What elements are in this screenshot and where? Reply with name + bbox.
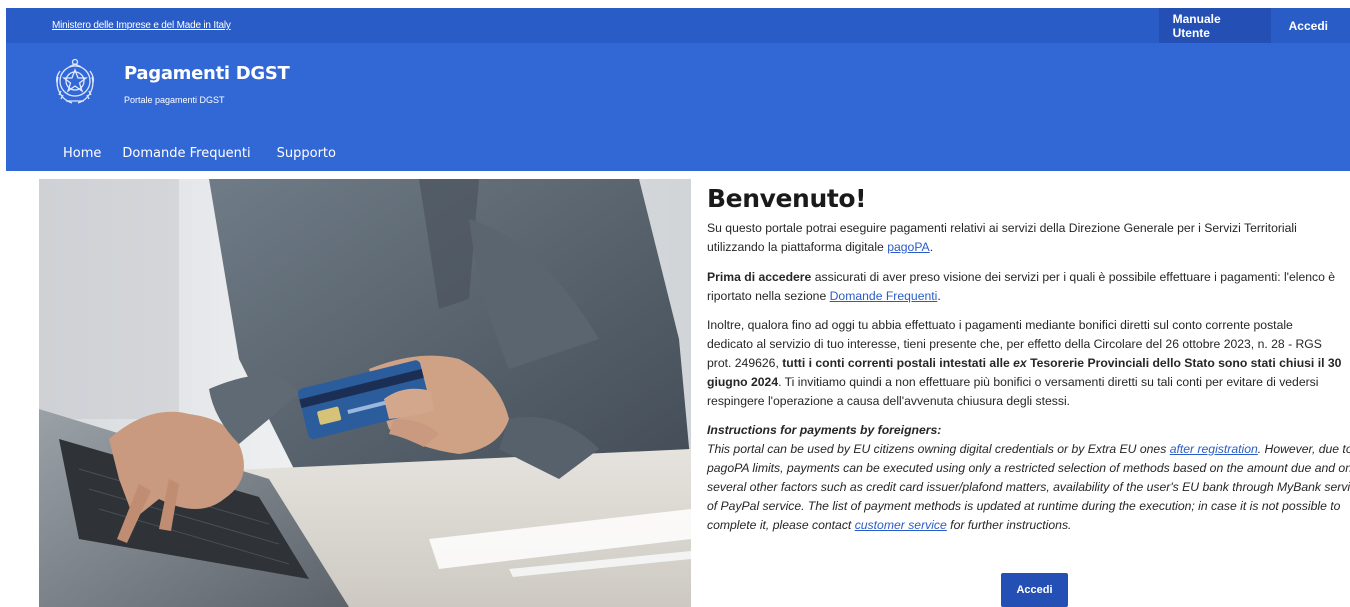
foreigners-line3: several other factors such as credit car… bbox=[707, 480, 1350, 494]
notice-bold-b: Tesorerie Provinciali dello Stato sono s… bbox=[1026, 356, 1342, 370]
foreigners-line4: of PayPal service. The list of payment m… bbox=[707, 499, 1341, 513]
intro-text-end: . bbox=[929, 240, 934, 254]
foreigners-line5: complete it, please contact bbox=[707, 518, 855, 532]
foreigners-heading: Instructions for payments by foreigners: bbox=[707, 423, 942, 437]
foreigners-paragraph: Instructions for payments by foreigners:… bbox=[707, 421, 1350, 535]
login-button[interactable]: Accedi bbox=[1001, 573, 1068, 607]
foreigners-line1: This portal can be used by EU citizens o… bbox=[707, 442, 1170, 456]
foreigners-line5-end: for further instructions. bbox=[946, 518, 1072, 532]
slim-header-actions: Manuale Utente Accedi bbox=[1158, 8, 1350, 43]
before-access-bold: Prima di accedere bbox=[707, 270, 812, 284]
hero-image bbox=[39, 179, 691, 607]
main-nav: Home Domande Frequenti Supporto bbox=[6, 143, 336, 163]
notice-line1: Inoltre, qualora fino ad oggi tu abbia e… bbox=[707, 318, 1293, 332]
pagopa-link[interactable]: pagoPA bbox=[887, 240, 929, 254]
notice-bold-a: tutti i conti correnti postali intestati… bbox=[782, 356, 1014, 370]
page-title: Benvenuto! bbox=[707, 184, 867, 213]
registration-link[interactable]: after registration bbox=[1170, 442, 1258, 456]
slim-header: Ministero delle Imprese e del Made in It… bbox=[6, 8, 1350, 43]
notice-line4: . Ti invitiamo quindi a non effettuare p… bbox=[778, 375, 1319, 389]
before-access-paragraph: Prima di accedere assicurati di aver pre… bbox=[707, 268, 1350, 306]
notice-line3: prot. 249626, bbox=[707, 356, 783, 370]
intro-text-line1: Su questo portale potrai eseguire pagame… bbox=[707, 221, 1297, 235]
notice-line2: dedicato al servizio di tuo interesse, t… bbox=[707, 337, 1322, 351]
notice-bold-ex: ex bbox=[1013, 356, 1027, 370]
foreigners-line1-end: . However, due to bbox=[1257, 442, 1350, 456]
welcome-section: Benvenuto! Su questo portale potrai eseg… bbox=[707, 182, 1350, 535]
notice-line5: respingere l'operazione a causa dell'avv… bbox=[707, 394, 1071, 408]
faq-link[interactable]: Domande Frequenti bbox=[830, 289, 938, 303]
person-paying-online-illustration bbox=[39, 179, 691, 607]
user-manual-button[interactable]: Manuale Utente bbox=[1158, 8, 1271, 43]
login-link[interactable]: Accedi bbox=[1271, 8, 1350, 43]
before-access-end: . bbox=[937, 289, 941, 303]
before-access-text-line2: riportato nella sezione bbox=[707, 289, 830, 303]
nav-item-support[interactable]: Supporto bbox=[277, 146, 336, 161]
notice-paragraph: Inoltre, qualora fino ad oggi tu abbia e… bbox=[707, 316, 1350, 411]
intro-text-line2: utilizzando la piattaforma digitale bbox=[707, 240, 888, 254]
foreigners-line2: pagoPA limits, payments can be executed … bbox=[707, 461, 1350, 475]
nav-item-home[interactable]: Home bbox=[63, 146, 101, 161]
ministry-link[interactable]: Ministero delle Imprese e del Made in It… bbox=[52, 20, 231, 31]
before-access-text: assicurati di aver preso visione dei ser… bbox=[811, 270, 1336, 284]
customer-service-link[interactable]: customer service bbox=[855, 518, 947, 532]
notice-bold-date: giugno 2024 bbox=[707, 375, 779, 389]
site-title[interactable]: Pagamenti DGST bbox=[124, 63, 290, 84]
site-subtitle: Portale pagamenti DGST bbox=[124, 95, 225, 105]
intro-paragraph: Su questo portale potrai eseguire pagame… bbox=[707, 219, 1350, 257]
nav-item-faq[interactable]: Domande Frequenti bbox=[122, 146, 250, 161]
center-header: Pagamenti DGST Portale pagamenti DGST Ho… bbox=[6, 43, 1350, 171]
italian-republic-emblem-icon bbox=[55, 58, 95, 104]
